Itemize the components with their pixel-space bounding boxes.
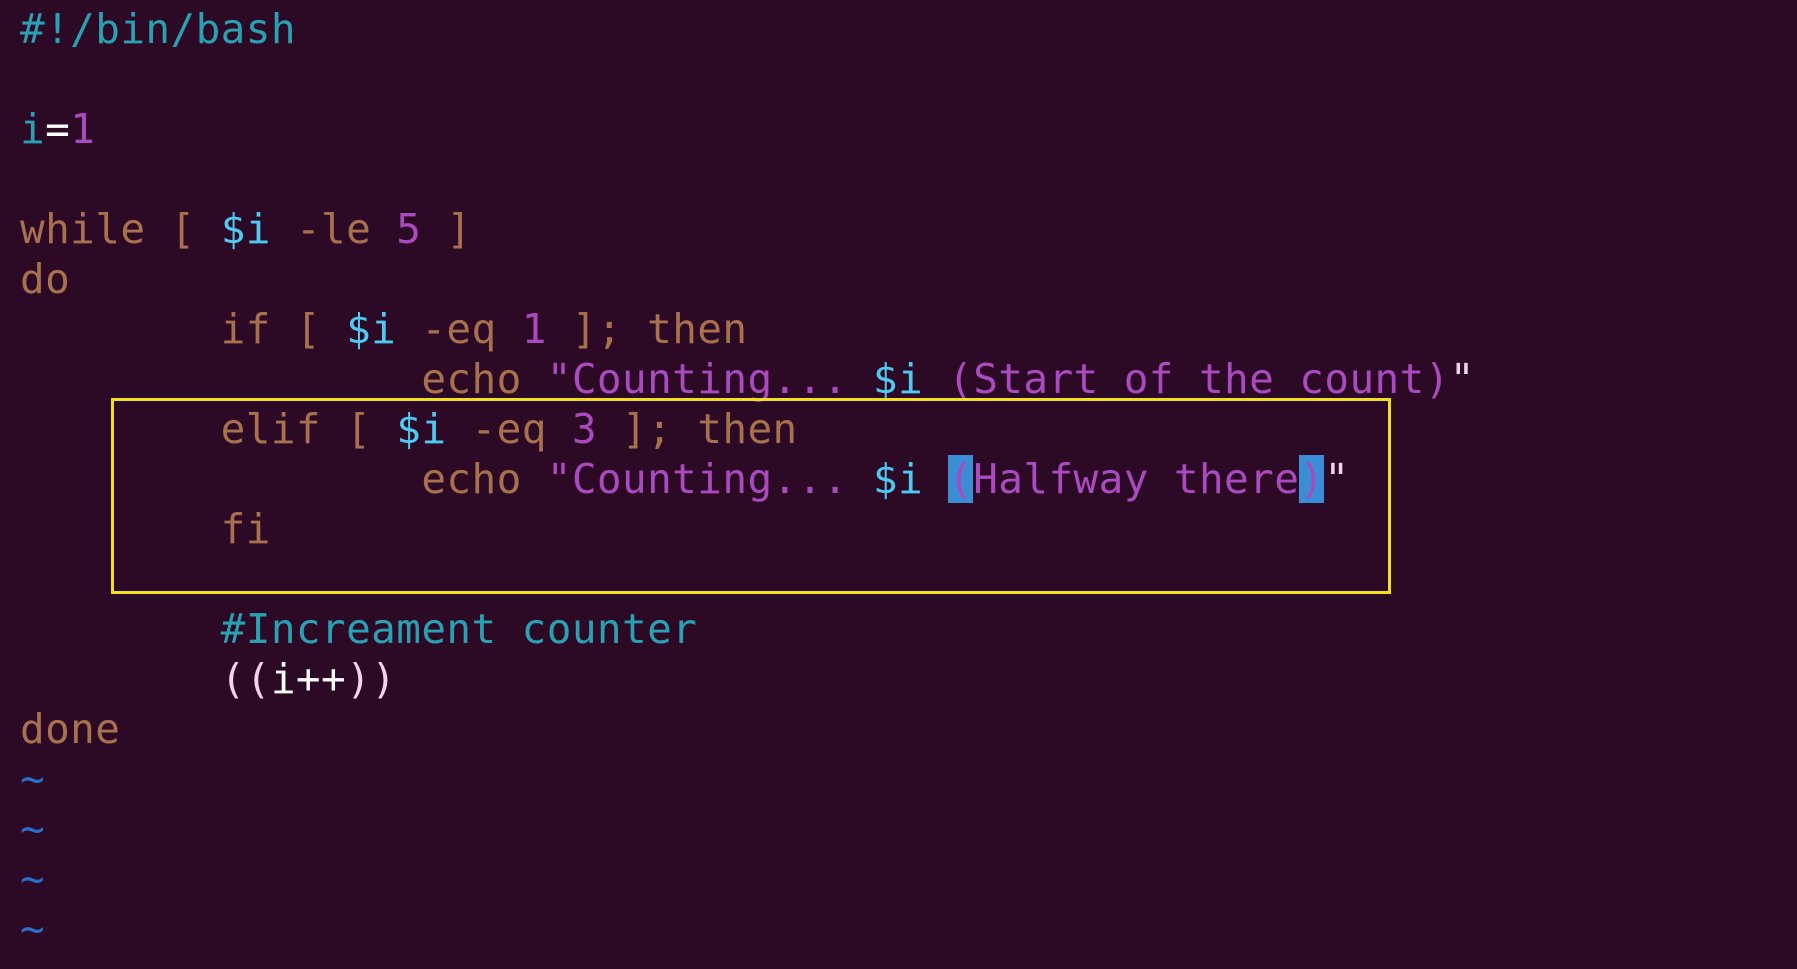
code-line[interactable]: echo "Counting... $i (Halfway there)" [20, 454, 1475, 504]
number-token: 1 [521, 305, 547, 353]
number-token: 3 [571, 405, 597, 453]
code-token: i++ [270, 655, 347, 703]
code-line[interactable]: #Increament counter [20, 604, 1475, 654]
empty-buffer-line[interactable]: ~ [20, 754, 1475, 804]
keyword-token: ]; then [596, 405, 798, 453]
code-token: i [20, 105, 46, 153]
keyword-token: -le [270, 205, 397, 253]
string-token: "Counting... [546, 355, 873, 403]
code-line[interactable]: do [20, 254, 1475, 304]
variable-token: $i [396, 405, 447, 453]
number-token: 1 [70, 105, 96, 153]
keyword-token: echo [20, 455, 547, 503]
empty-buffer-line[interactable]: ~ [20, 904, 1475, 954]
code-token: = [45, 105, 71, 153]
code-line[interactable] [20, 154, 1475, 204]
tilde-marker: ~ [20, 905, 46, 953]
code-token: (( [20, 655, 271, 703]
string-token [923, 455, 948, 503]
number-token: 5 [396, 205, 422, 253]
code-token: " [1449, 355, 1475, 403]
code-line[interactable]: done [20, 704, 1475, 754]
keyword-token: [ [145, 205, 221, 253]
matched-paren: ( [948, 455, 974, 503]
code-line[interactable]: #!/bin/bash [20, 4, 1475, 54]
matched-paren: ) [1299, 455, 1325, 503]
tilde-marker: ~ [20, 755, 46, 803]
tilde-marker: ~ [20, 805, 46, 853]
keyword-token: while [20, 205, 146, 253]
string-token: "Counting... [546, 455, 873, 503]
code-line[interactable]: ((i++)) [20, 654, 1475, 704]
code-line[interactable]: i=1 [20, 104, 1475, 154]
keyword-token: done [20, 705, 121, 753]
keyword-token: -eq [396, 305, 522, 353]
code-line[interactable] [20, 554, 1475, 604]
code-line[interactable]: if [ $i -eq 1 ]; then [20, 304, 1475, 354]
string-token: Halfway there [973, 455, 1300, 503]
variable-token: $i [346, 305, 397, 353]
keyword-token: if [ [20, 305, 347, 353]
empty-buffer-line[interactable]: ~ [20, 854, 1475, 904]
code-token: " [1324, 455, 1350, 503]
code-line[interactable]: echo "Counting... $i (Start of the count… [20, 354, 1475, 404]
vim-editor-buffer[interactable]: #!/bin/bash i=1 while [ $i -le 5 ] do if … [20, 4, 1475, 954]
comment-text: #Increament counter [20, 605, 698, 653]
keyword-token: do [20, 255, 71, 303]
code-token: )) [346, 655, 397, 703]
empty-buffer-line[interactable]: ~ [20, 804, 1475, 854]
keyword-token: ] [421, 205, 472, 253]
code-token: #!/bin/bash [20, 5, 296, 53]
variable-token: $i [872, 455, 924, 503]
code-line[interactable]: fi [20, 504, 1475, 554]
code-line[interactable] [20, 54, 1475, 104]
string-token: (Start of the count) [923, 355, 1450, 403]
variable-token: $i [220, 205, 271, 253]
keyword-token: ]; then [546, 305, 748, 353]
keyword-token: elif [ [20, 405, 397, 453]
variable-token: $i [872, 355, 924, 403]
keyword-token: -eq [446, 405, 572, 453]
keyword-token: fi [20, 505, 271, 553]
tilde-marker: ~ [20, 855, 46, 903]
code-line[interactable]: elif [ $i -eq 3 ]; then [20, 404, 1475, 454]
keyword-token: echo [20, 355, 547, 403]
code-line[interactable]: while [ $i -le 5 ] [20, 204, 1475, 254]
